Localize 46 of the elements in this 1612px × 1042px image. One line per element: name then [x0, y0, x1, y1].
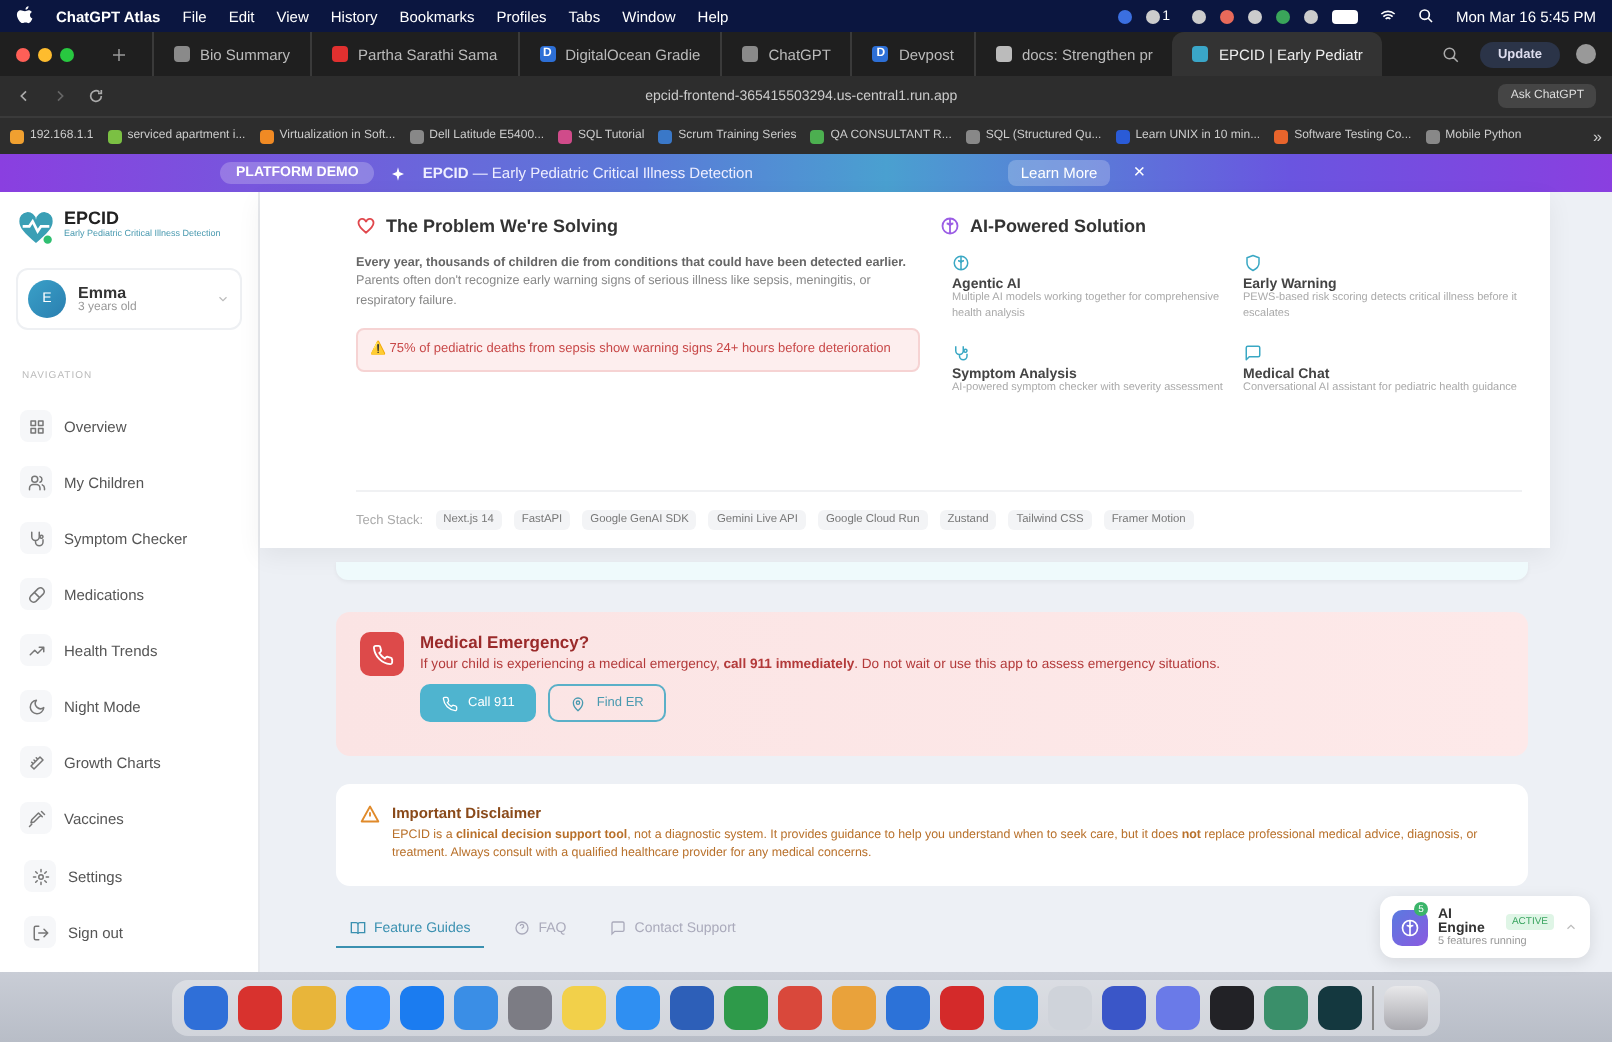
- chevron-up-icon: [1564, 920, 1578, 934]
- app-icon[interactable]: [1210, 985, 1254, 1029]
- search-icon[interactable]: [1441, 45, 1460, 63]
- pill-icon: [27, 585, 45, 603]
- shield-icon: [1243, 254, 1261, 272]
- book-icon: [350, 920, 366, 936]
- sign-out-icon: [31, 923, 49, 941]
- apple-icon[interactable]: [16, 5, 34, 27]
- warning-icon: [360, 804, 380, 824]
- grid-icon: [27, 417, 45, 435]
- forward-icon[interactable]: [52, 88, 68, 104]
- section-title: AI-Powered Solution: [970, 216, 1147, 236]
- phone-icon: [360, 632, 404, 676]
- sparkle-icon: [390, 165, 407, 181]
- stethoscope-icon: [952, 344, 970, 363]
- stethoscope-icon: [27, 529, 45, 547]
- profile-avatar[interactable]: [1576, 44, 1596, 64]
- reload-icon[interactable]: [88, 88, 104, 104]
- back-icon[interactable]: [16, 88, 32, 104]
- close-window-button[interactable]: [16, 47, 30, 61]
- gear-icon: [31, 867, 49, 885]
- zoom-window-button[interactable]: [60, 47, 74, 61]
- more-bookmarks-button[interactable]: »: [1593, 127, 1602, 145]
- new-tab-icon[interactable]: [110, 45, 128, 63]
- child-name: Emma: [78, 284, 127, 302]
- battery-icon[interactable]: [1331, 9, 1358, 23]
- emergency-title: Medical Emergency?: [420, 632, 592, 652]
- help-icon: [514, 920, 531, 936]
- phone-icon: [442, 695, 458, 711]
- chat-icon: [1243, 344, 1261, 363]
- syringe-icon: [27, 809, 45, 827]
- ruler-icon: [27, 753, 45, 771]
- moon-icon: [27, 697, 45, 715]
- map-pin-icon: [570, 695, 587, 711]
- close-button[interactable]: ×: [1125, 162, 1154, 184]
- heart-pulse-logo-icon: [16, 208, 56, 248]
- wifi-icon[interactable]: [1379, 8, 1396, 24]
- heart-icon: [356, 216, 376, 236]
- chat-icon: [610, 920, 627, 936]
- users-icon: [27, 473, 45, 491]
- trend-icon: [27, 641, 45, 659]
- app-title: EPCID: [64, 208, 122, 228]
- section-title: The Problem We're Solving: [386, 216, 618, 236]
- app-icon[interactable]: [1318, 985, 1362, 1029]
- chevron-down-icon: [216, 292, 230, 306]
- minimize-window-button[interactable]: [38, 47, 52, 61]
